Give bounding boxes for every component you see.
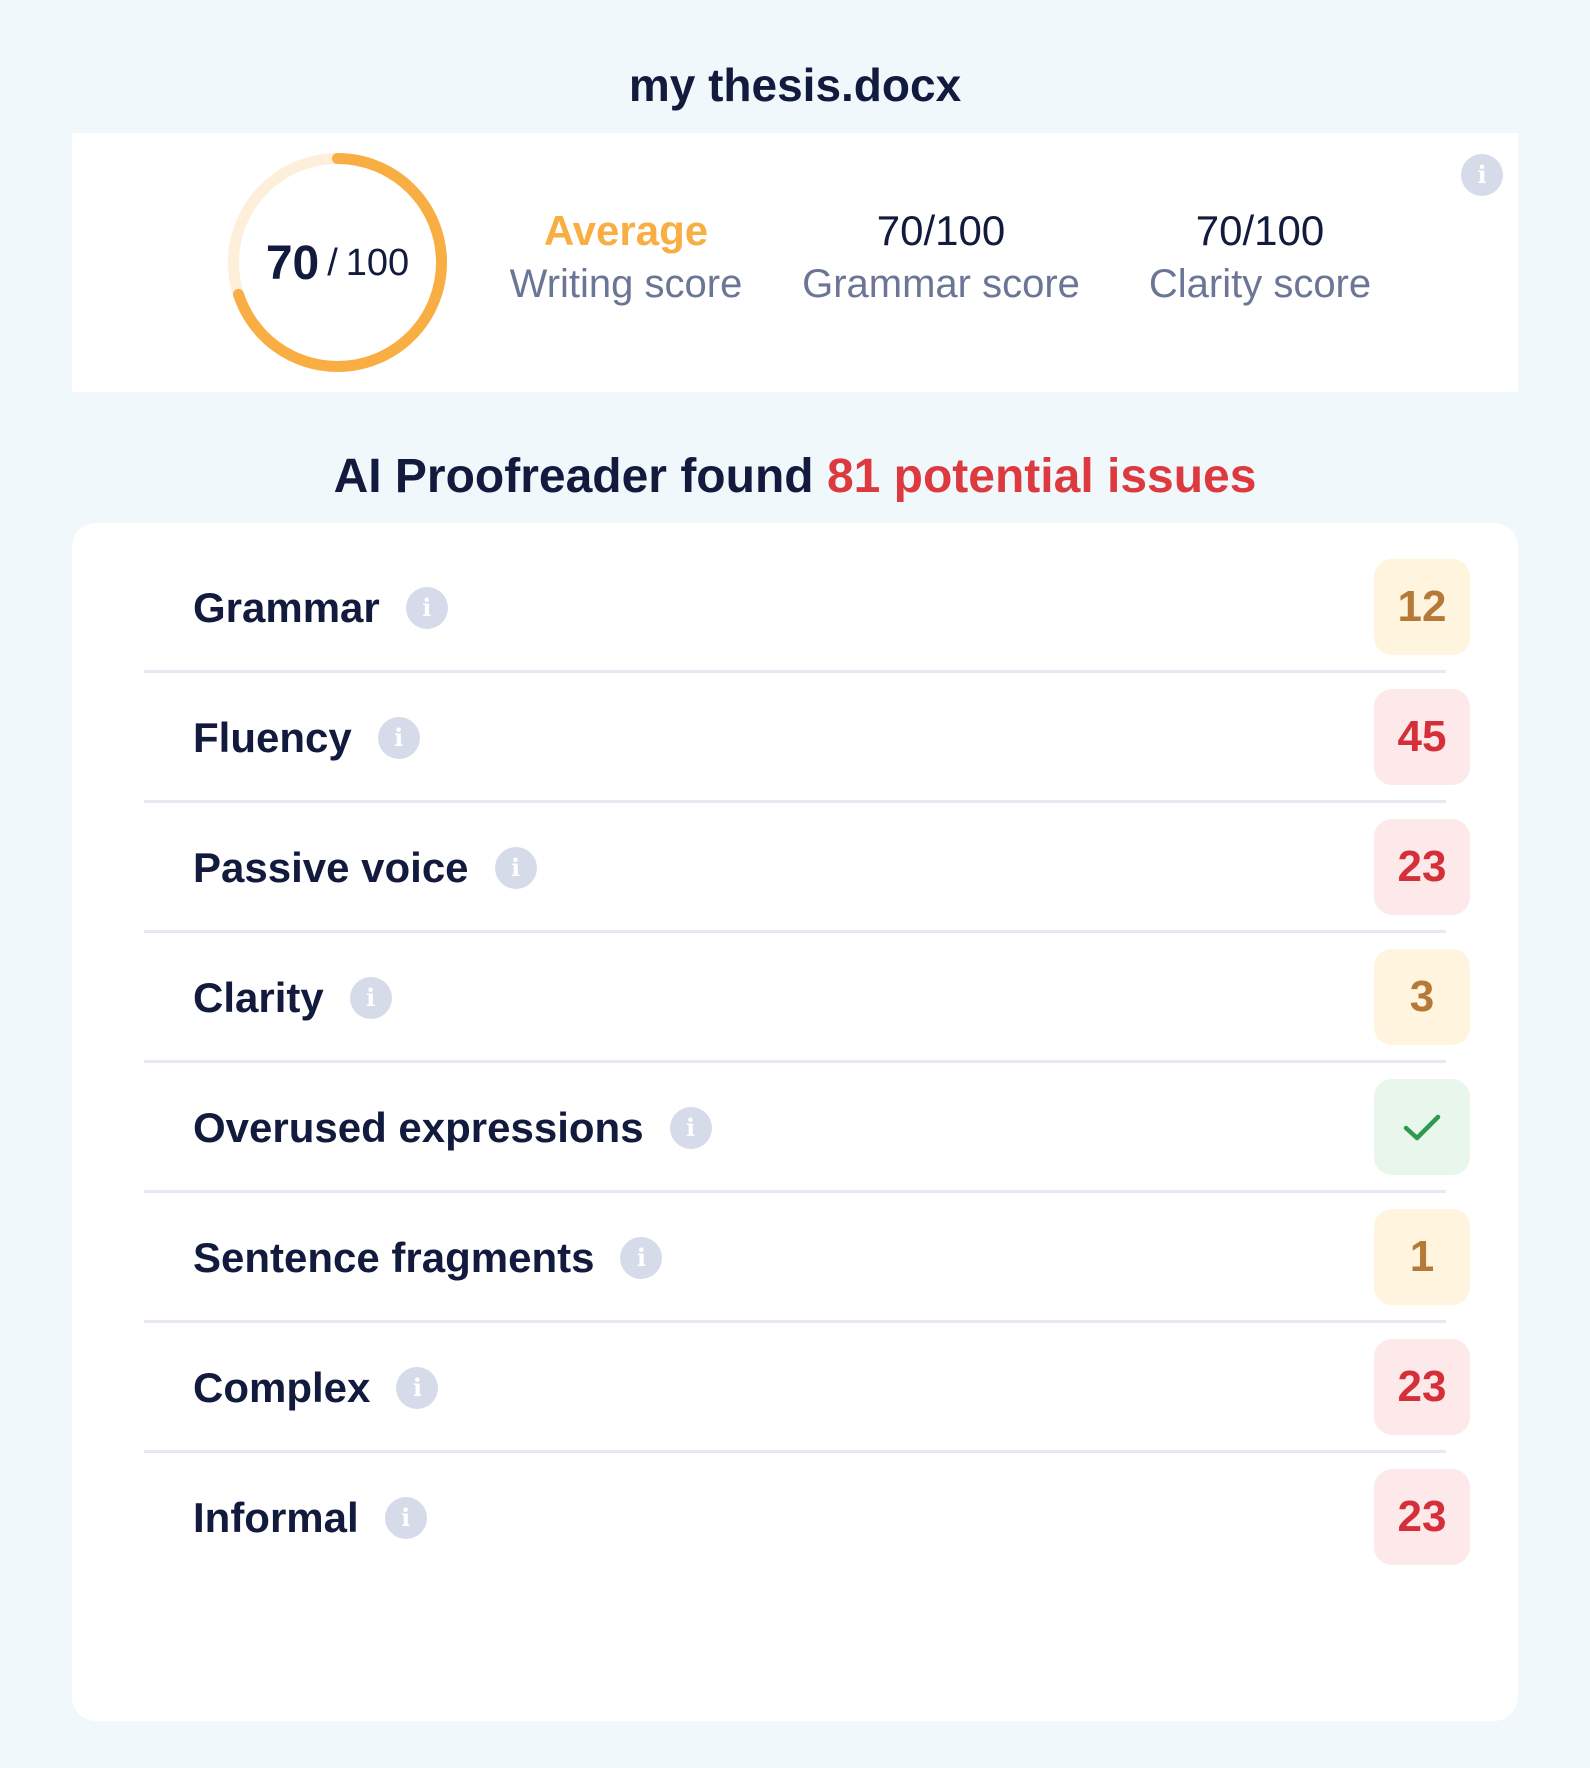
issue-label: Passive voice (193, 844, 469, 891)
issue-row-fluency[interactable]: Fluency i 45 (144, 673, 1470, 803)
grammar-score-label: Grammar score (802, 262, 1080, 306)
issue-label-group: Fluency i (193, 673, 420, 803)
issue-label: Clarity (193, 974, 324, 1021)
issue-label: Complex (193, 1364, 371, 1411)
issue-row-clarity[interactable]: Clarity i 3 (144, 933, 1470, 1063)
info-icon[interactable]: i (669, 1107, 712, 1149)
info-icon[interactable]: i (620, 1237, 663, 1279)
info-icon[interactable]: i (384, 1497, 427, 1539)
check-icon (1403, 1114, 1441, 1141)
info-icon[interactable]: i (349, 977, 392, 1019)
issue-label-group: Grammar i (193, 543, 448, 673)
issue-count-badge: 12 (1374, 559, 1470, 655)
clarity-score-metric: 70/100 Clarity score (1105, 206, 1415, 312)
info-icon[interactable]: i (377, 717, 420, 759)
headline-prefix: AI Proofreader found (333, 450, 814, 503)
writing-score-label: Writing score (509, 262, 743, 306)
issue-count-badge: 23 (1374, 1469, 1470, 1565)
issue-count-badge: 23 (1374, 1339, 1470, 1435)
gauge-readout: 70 / 100 (225, 150, 450, 375)
issue-label-group: Sentence fragments i (193, 1193, 663, 1323)
issue-row-sentence-fragments[interactable]: Sentence fragments i 1 (144, 1193, 1470, 1323)
issue-row-informal[interactable]: Informal i 23 (144, 1453, 1470, 1583)
writing-score-value: Average (543, 207, 709, 254)
writing-score-metric: Average Writing score (476, 206, 776, 312)
issues-headline: AI Proofreader found 81 potential issues (0, 449, 1590, 504)
issue-ok-badge (1374, 1079, 1470, 1175)
issue-count-badge: 3 (1374, 949, 1470, 1045)
clarity-score-value: 70/100 (1195, 207, 1325, 254)
grammar-score-value: 70/100 (876, 207, 1006, 254)
issue-label-group: Overused expressions i (193, 1063, 712, 1193)
issue-row-grammar[interactable]: Grammar i 12 (144, 543, 1470, 673)
proofreader-panel: my thesis.docx 70 / 100 Average Writing … (0, 0, 1590, 1768)
issue-label-group: Complex i (193, 1323, 439, 1453)
issue-label: Overused expressions (193, 1104, 644, 1151)
issue-label-group: Passive voice i (193, 803, 537, 933)
gauge-score-value: 70 (265, 237, 320, 290)
grammar-score-metric: 70/100 Grammar score (776, 206, 1106, 312)
issue-count-badge: 45 (1374, 689, 1470, 785)
gauge-separator: / (327, 242, 338, 284)
headline-issue-count: 81 potential issues (826, 450, 1257, 503)
info-icon: i (1461, 154, 1503, 196)
gauge-score-max: 100 (345, 242, 410, 284)
issue-count-badge: 1 (1374, 1209, 1470, 1305)
issue-label: Informal (193, 1494, 359, 1541)
issues-list: Grammar i 12 Fluency i 45 Passive voice i 23 Clar… (72, 523, 1518, 1721)
issue-label: Sentence fragments (193, 1234, 595, 1281)
score-card: 70 / 100 Average Writing score 70/100 Gr… (72, 133, 1518, 392)
writing-score-gauge: 70 / 100 (225, 150, 450, 375)
issue-row-passive-voice[interactable]: Passive voice i 23 (144, 803, 1470, 933)
info-icon[interactable]: i (405, 587, 448, 629)
issue-row-overused-expressions[interactable]: Overused expressions i (144, 1063, 1470, 1193)
document-title: my thesis.docx (628, 59, 962, 111)
issue-label-group: Clarity i (193, 933, 392, 1063)
issue-label: Grammar (193, 584, 380, 631)
issue-row-complex[interactable]: Complex i 23 (144, 1323, 1470, 1453)
info-icon[interactable]: i (396, 1367, 439, 1409)
clarity-score-label: Clarity score (1148, 262, 1372, 306)
issue-label: Fluency (193, 714, 352, 761)
issue-count-badge: 23 (1374, 819, 1470, 915)
score-info-button[interactable]: i (1461, 154, 1503, 196)
info-icon[interactable]: i (494, 847, 537, 889)
issue-label-group: Informal i (193, 1453, 427, 1583)
